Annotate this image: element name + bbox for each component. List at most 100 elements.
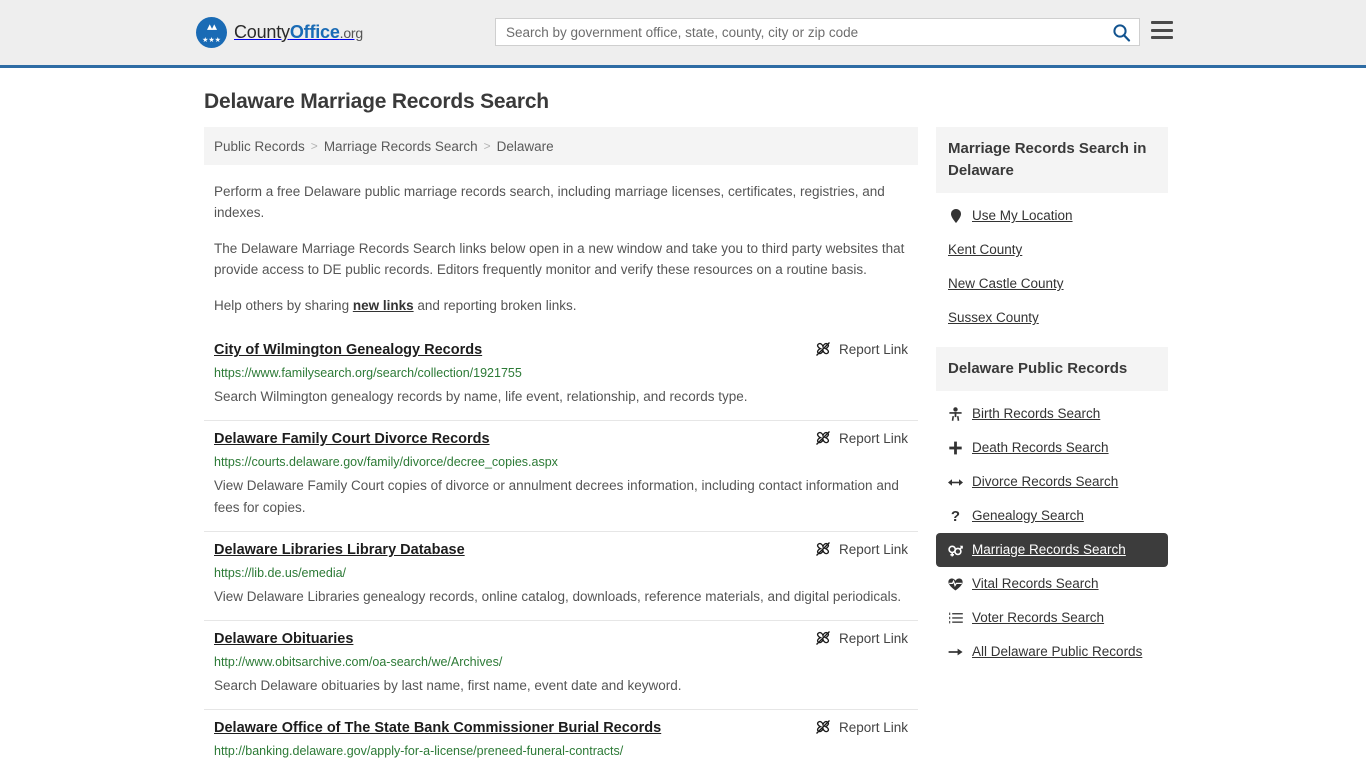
result-description: Search Delaware obituaries by last name,… (214, 678, 682, 693)
intro-text: Perform a free Delaware public marriage … (204, 181, 918, 316)
report-link-label: Report Link (838, 430, 908, 446)
main-column: Public Records > Marriage Records Search… (204, 127, 918, 768)
sidebar-item-voter-records-search[interactable]: Voter Records Search (936, 601, 1168, 635)
sidebar-item-label: All Delaware Public Records (972, 644, 1143, 659)
breadcrumb-item-delaware[interactable]: Delaware (497, 139, 554, 154)
intro-paragraph-3: Help others by sharing new links and rep… (214, 295, 908, 316)
broken-link-icon (815, 342, 830, 356)
intro-p3-before: Help others by sharing (214, 298, 353, 313)
breadcrumb: Public Records > Marriage Records Search… (204, 127, 918, 165)
left-right-arrow-icon (948, 477, 963, 488)
sidebar-item-label: Birth Records Search (972, 406, 1101, 421)
result-title-link[interactable]: Delaware Libraries Library Database (214, 540, 477, 560)
arrow-right-icon (948, 646, 963, 658)
sidebar-item-label: Kent County (948, 242, 1023, 257)
sidebar-card-marriage-records: Marriage Records Search in Delaware Use … (936, 127, 1168, 335)
search-input[interactable] (496, 24, 1103, 40)
hamburger-bar (1151, 21, 1173, 24)
result-title-link[interactable]: Delaware Office of The State Bank Commis… (214, 718, 673, 738)
sidebar-item-birth-records-search[interactable]: Birth Records Search (936, 397, 1168, 431)
logo-text-part2: Office (289, 22, 340, 42)
result-header: Delaware Libraries Library Database Repo… (214, 540, 908, 560)
result-title-link[interactable]: Delaware Family Court Divorce Records (214, 429, 502, 449)
result-title-link[interactable]: Delaware Obituaries (214, 629, 365, 649)
search-button[interactable] (1103, 19, 1139, 45)
sidebar-item-divorce-records-search[interactable]: Divorce Records Search (936, 465, 1168, 499)
search-icon (1112, 23, 1130, 42)
sidebar-item-genealogy-search[interactable]: ? Genealogy Search (936, 499, 1168, 533)
result-header: Delaware Family Court Divorce Records Re… (214, 429, 908, 449)
logo-text-part3: .org (339, 25, 364, 41)
sidebar-item-label: Vital Records Search (972, 576, 1099, 591)
sidebar-item-new-castle-county[interactable]: New Castle County (936, 267, 1168, 301)
sidebar-item-use-my-location[interactable]: Use My Location (936, 199, 1168, 233)
sidebar-item-label: Voter Records Search (972, 610, 1105, 625)
breadcrumb-item-public-records[interactable]: Public Records (214, 139, 305, 154)
sidebar-item-label: Use My Location (972, 208, 1073, 223)
hamburger-menu-icon[interactable] (1151, 21, 1173, 39)
sidebar-item-death-records-search[interactable]: Death Records Search (936, 431, 1168, 465)
breadcrumb-separator-icon: > (310, 139, 318, 153)
report-link-label: Report Link (838, 719, 908, 735)
result-item: Delaware Libraries Library Database Repo… (204, 532, 918, 621)
new-links-link[interactable]: new links (353, 298, 414, 313)
sidebar-item-marriage-records-search[interactable]: Marriage Records Search (936, 533, 1168, 567)
sidebar-card-public-records: Delaware Public Records Birth Records Se… (936, 347, 1168, 669)
question-mark-icon: ? (950, 507, 961, 525)
site-logo[interactable]: ▴▴ ★★★ CountyOffice.org (196, 17, 363, 48)
result-item: Delaware Family Court Divorce Records Re… (204, 421, 918, 532)
result-url: http://banking.delaware.gov/apply-for-a-… (214, 744, 624, 758)
intro-p3-after: and reporting broken links. (413, 298, 577, 313)
sidebar: Marriage Records Search in Delaware Use … (936, 127, 1168, 768)
site-header: ▴▴ ★★★ CountyOffice.org (0, 0, 1366, 68)
sidebar-item-vital-records-search[interactable]: Vital Records Search (936, 567, 1168, 601)
sidebar-item-all-delaware-public-records[interactable]: All Delaware Public Records (936, 635, 1168, 669)
sidebar-item-sussex-county[interactable]: Sussex County (936, 301, 1168, 335)
hamburger-bar (1151, 28, 1173, 32)
result-title-link[interactable]: City of Wilmington Genealogy Records (214, 340, 494, 360)
sidebar-card-list: Use My Location Kent County New Castle C… (936, 193, 1168, 335)
sidebar-item-label: Genealogy Search (972, 508, 1084, 523)
result-header: Delaware Office of The State Bank Commis… (214, 718, 908, 738)
sidebar-item-label: Marriage Records Search (972, 542, 1126, 557)
page-body: Delaware Marriage Records Search Public … (0, 90, 1366, 768)
hamburger-bar (1151, 36, 1173, 39)
sidebar-card-heading: Delaware Public Records (936, 347, 1168, 391)
sidebar-item-label: Death Records Search (972, 440, 1109, 455)
report-link-label: Report Link (838, 341, 908, 357)
page-title: Delaware Marriage Records Search (204, 90, 549, 113)
search-bar[interactable] (495, 18, 1140, 46)
eagle-seal-icon: ▴▴ ★★★ (196, 17, 227, 48)
report-link-button[interactable]: Report Link (815, 340, 908, 357)
results-list: City of Wilmington Genealogy Records Rep… (204, 332, 918, 768)
result-item: Delaware Office of The State Bank Commis… (204, 710, 918, 768)
result-header: City of Wilmington Genealogy Records Rep… (214, 340, 908, 360)
result-description: View Delaware Family Court copies of div… (214, 478, 899, 515)
intro-paragraph-2: The Delaware Marriage Records Search lin… (214, 241, 905, 277)
report-link-label: Report Link (838, 630, 908, 646)
report-link-button[interactable]: Report Link (815, 429, 908, 446)
sidebar-item-label: New Castle County (948, 276, 1064, 291)
result-url: https://courts.delaware.gov/family/divor… (214, 455, 558, 469)
heartbeat-icon (948, 578, 963, 591)
result-url: http://www.obitsarchive.com/oa-search/we… (214, 655, 503, 669)
sidebar-item-label: Sussex County (948, 310, 1039, 325)
breadcrumb-separator-icon: > (483, 139, 491, 153)
sidebar-item-kent-county[interactable]: Kent County (936, 233, 1168, 267)
breadcrumb-item-marriage-records-search[interactable]: Marriage Records Search (324, 139, 478, 154)
map-pin-icon (948, 209, 963, 223)
broken-link-icon (815, 542, 830, 556)
sidebar-card-list: Birth Records Search Death Records Searc… (936, 391, 1168, 669)
report-link-button[interactable]: Report Link (815, 718, 908, 735)
result-header: Delaware Obituaries Report Link (214, 629, 908, 649)
sidebar-card-heading: Marriage Records Search in Delaware (936, 127, 1168, 193)
result-item: City of Wilmington Genealogy Records Rep… (204, 332, 918, 421)
result-item: Delaware Obituaries Report Link http://w… (204, 621, 918, 710)
logo-text: CountyOffice.org (234, 22, 363, 43)
result-url: https://lib.de.us/emedia/ (214, 566, 347, 580)
cross-icon (948, 441, 963, 455)
report-link-button[interactable]: Report Link (815, 629, 908, 646)
content-columns: Public Records > Marriage Records Search… (204, 127, 1366, 768)
intro-paragraph-1: Perform a free Delaware public marriage … (214, 184, 885, 220)
report-link-button[interactable]: Report Link (815, 540, 908, 557)
